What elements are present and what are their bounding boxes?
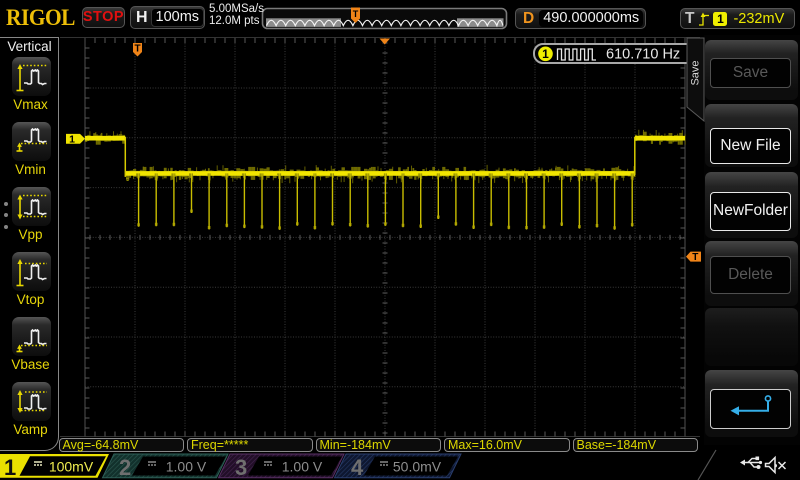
svg-text:2: 2: [119, 455, 131, 480]
svg-text:1: 1: [4, 455, 16, 480]
svg-text:T: T: [134, 44, 140, 55]
svg-text:100mV: 100mV: [49, 459, 94, 475]
svg-text:1.00 V: 1.00 V: [166, 459, 207, 475]
svg-text:3: 3: [235, 455, 247, 480]
svg-text:1.00 V: 1.00 V: [282, 459, 323, 475]
svg-text:1: 1: [542, 47, 549, 61]
svg-text:1: 1: [69, 133, 75, 145]
svg-text:4: 4: [351, 455, 364, 480]
svg-text:T: T: [353, 9, 359, 19]
svg-text:50.0mV: 50.0mV: [393, 459, 442, 475]
svg-text:610.710 Hz: 610.710 Hz: [606, 46, 680, 62]
svg-text:T: T: [692, 252, 698, 263]
